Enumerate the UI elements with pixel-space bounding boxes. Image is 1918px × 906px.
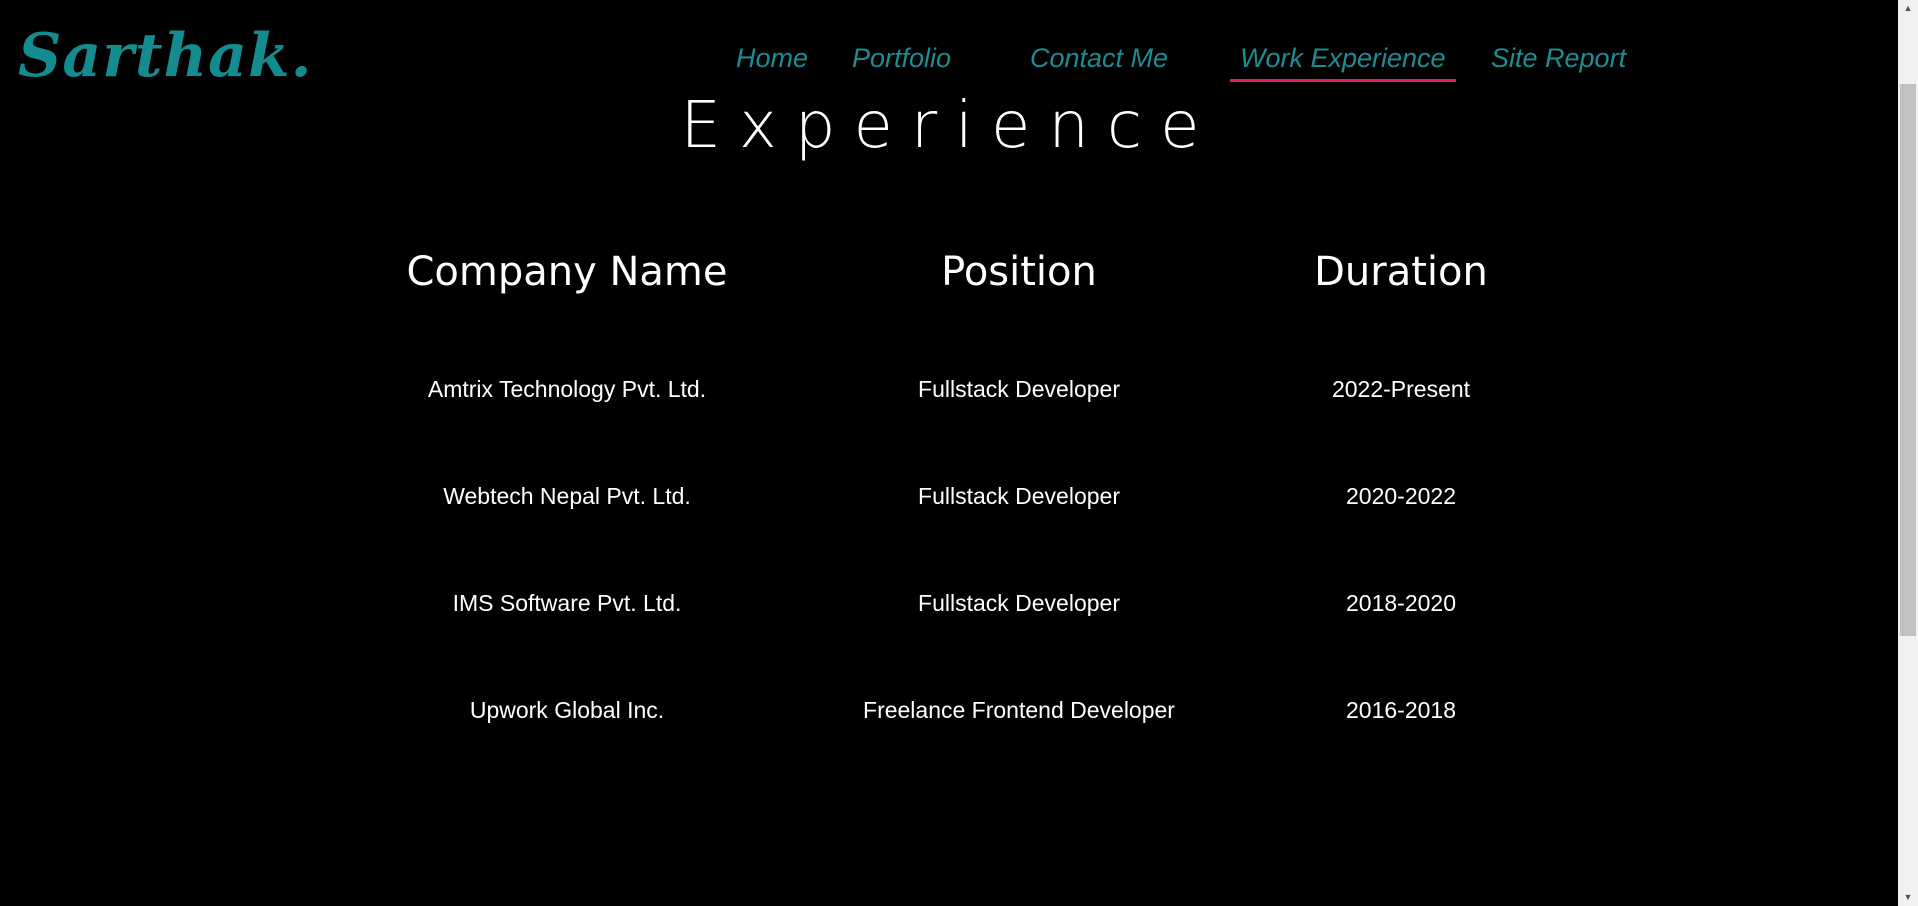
nav-link-portfolio[interactable]: Portfolio	[842, 38, 961, 78]
row-4-position: Freelance Frontend Developer	[863, 697, 1175, 723]
row-1-company: Amtrix Technology Pvt. Ltd.	[427, 376, 707, 402]
main-content: Experience Company Name Position Duratio…	[0, 0, 1898, 906]
nav-link-work-experience[interactable]: Work Experience	[1230, 38, 1456, 82]
row-3-company: IMS Software Pvt. Ltd.	[452, 590, 682, 616]
column-header-position: Position	[941, 249, 1097, 295]
scroll-up-arrow-icon[interactable]: ▲	[1898, 0, 1918, 17]
row-1-position: Fullstack Developer	[918, 376, 1120, 402]
navbar: Sarthak. Home Portfolio Contact Me Work …	[0, 0, 1898, 100]
row-2-company: Webtech Nepal Pvt. Ltd.	[443, 483, 691, 509]
row-2-position: Fullstack Developer	[918, 483, 1120, 509]
page: Experience Company Name Position Duratio…	[0, 0, 1918, 906]
scroll-down-arrow-icon[interactable]: ▼	[1898, 889, 1918, 906]
row-3-duration: 2018-2020	[1346, 590, 1456, 616]
nav-link-contact-me[interactable]: Contact Me	[1020, 38, 1178, 78]
experience-table: Company Name Position Duration Amtrix Te…	[0, 0, 1898, 906]
vertical-scrollbar[interactable]: ▲ ▼	[1898, 0, 1918, 906]
column-header-duration: Duration	[1314, 249, 1488, 295]
nav-link-home[interactable]: Home	[726, 38, 818, 78]
row-4-duration: 2016-2018	[1346, 697, 1456, 723]
site-logo[interactable]: Sarthak.	[18, 16, 313, 96]
scrollbar-thumb[interactable]	[1900, 84, 1916, 636]
column-header-company: Company Name	[406, 249, 728, 295]
row-3-position: Fullstack Developer	[918, 590, 1120, 616]
row-2-duration: 2020-2022	[1346, 483, 1456, 509]
row-1-duration: 2022-Present	[1331, 376, 1471, 402]
row-4-company: Upwork Global Inc.	[469, 697, 665, 723]
nav-link-site-report[interactable]: Site Report	[1481, 38, 1636, 78]
